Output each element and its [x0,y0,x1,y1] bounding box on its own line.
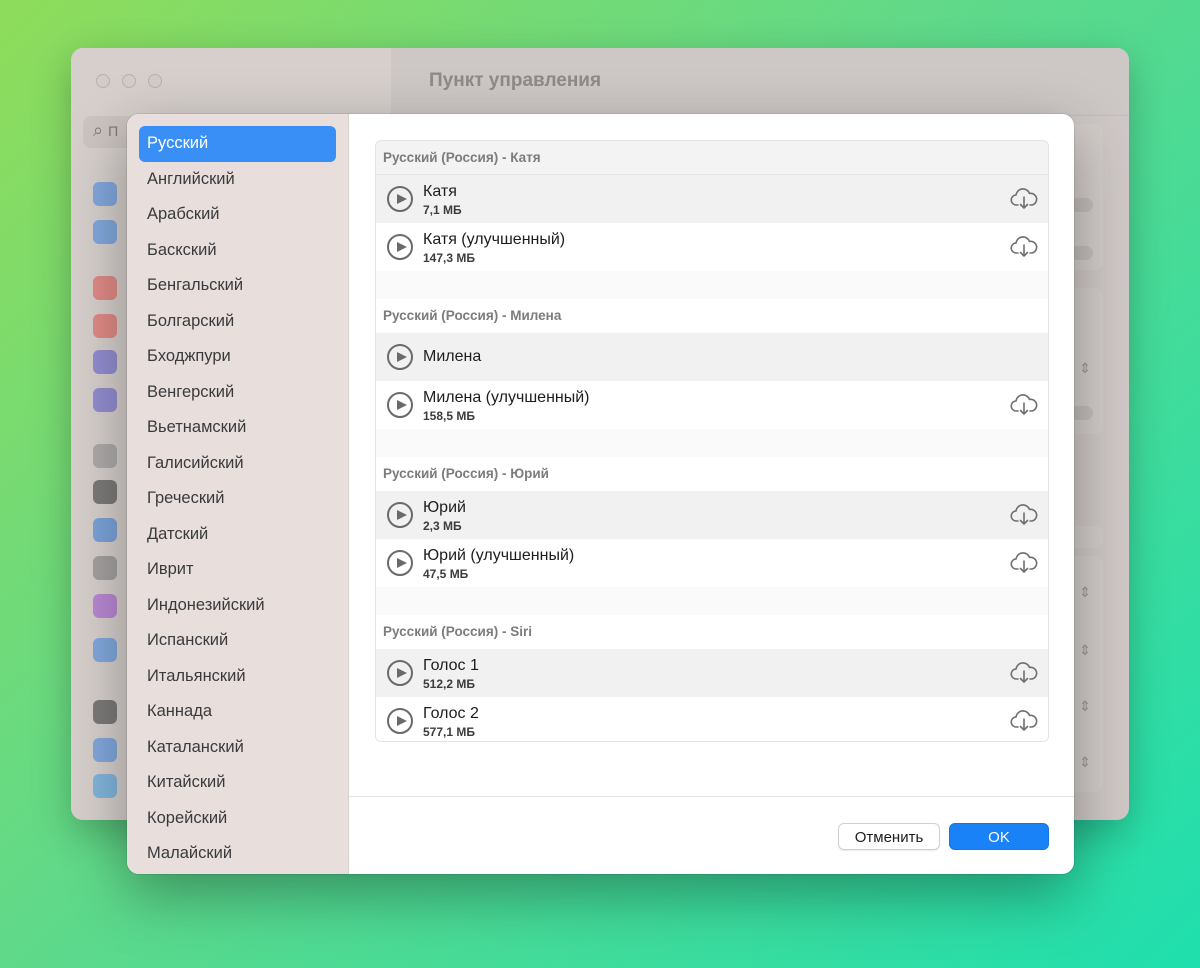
voice-size: 577,1 МБ [423,725,475,739]
voice-name: Милена (улучшенный) [423,389,590,406]
language-item[interactable]: Малайский [139,836,336,872]
language-item[interactable]: Болгарский [139,304,336,340]
language-item[interactable]: Бходжпури [139,339,336,375]
background-toggle[interactable] [1071,406,1093,420]
language-item[interactable]: Датский [139,517,336,553]
voice-download-sheet: Русский Английский Арабский Баскский Бенгаль… [127,114,1074,874]
language-item[interactable]: Венгерский [139,375,336,411]
ok-button[interactable]: OK [949,823,1049,850]
language-item[interactable]: Галисийский [139,446,336,482]
icloud-download-icon[interactable] [1010,661,1038,685]
control-center-icon[interactable] [93,556,117,580]
language-item[interactable]: Китайский [139,765,336,801]
close-window-button[interactable] [96,74,110,88]
search-icon: ⌕ [93,120,104,140]
voice-name: Голос 1 [423,657,479,674]
voice-name: Милена [423,348,482,365]
cancel-button[interactable]: Отменить [838,823,940,850]
play-circle-icon[interactable] [387,344,413,370]
voice-row[interactable]: Голос 1 512,2 МБ [376,649,1048,697]
play-circle-icon[interactable] [387,392,413,418]
background-window-title: Пункт управления [429,70,602,91]
voice-list-area: Русский (Россия) - Катя Катя 7,1 МБ Катя (у… [349,114,1074,797]
voice-name: Голос 2 [423,705,479,722]
voice-size: 158,5 МБ [423,409,475,423]
background-toggle[interactable] [1071,198,1093,212]
minimize-window-button[interactable] [122,74,136,88]
voice-name: Юрий [423,499,466,516]
icloud-download-icon[interactable] [1010,551,1038,575]
voice-row[interactable]: Юрий 2,3 МБ [376,491,1048,539]
voice-size: 47,5 МБ [423,567,469,581]
desktop-dock-icon[interactable] [93,700,117,724]
chevron-updown-icon[interactable]: ⇕ [1079,754,1091,771]
voice-row[interactable]: Катя (улучшенный) 147,3 МБ [376,223,1048,271]
language-item[interactable]: Русский [139,126,336,162]
language-item[interactable]: Английский [139,162,336,198]
voice-size: 2,3 МБ [423,519,462,533]
appearance-icon[interactable] [93,480,117,504]
voice-row[interactable]: Милена [376,333,1048,381]
language-item[interactable]: Индонезийский [139,588,336,624]
chevron-updown-icon[interactable]: ⇕ [1079,584,1091,601]
icloud-download-icon[interactable] [1010,709,1038,733]
voice-group-header: Русский (Россия) - Siri [376,615,1048,649]
voice-group-header: Русский (Россия) - Катя [376,141,1048,175]
voice-group-header: Русский (Россия) - Милена [376,299,1048,333]
voice-row[interactable]: Милена (улучшенный) 158,5 МБ [376,381,1048,429]
language-item[interactable]: Бенгальский [139,268,336,304]
globe-icon[interactable] [93,182,117,206]
play-circle-icon[interactable] [387,234,413,260]
icloud-download-icon[interactable] [1010,503,1038,527]
icloud-download-icon[interactable] [1010,187,1038,211]
chevron-updown-icon[interactable]: ⇕ [1079,642,1091,659]
play-circle-icon[interactable] [387,550,413,576]
voice-size: 147,3 МБ [423,251,475,265]
screen-time-hourglass-icon[interactable] [93,388,117,412]
focus-moon-icon[interactable] [93,350,117,374]
play-circle-icon[interactable] [387,186,413,212]
chevron-updown-icon[interactable]: ⇕ [1079,360,1091,377]
notifications-bell-icon[interactable] [93,276,117,300]
play-circle-icon[interactable] [387,502,413,528]
privacy-hand-icon[interactable] [93,638,117,662]
voice-size: 7,1 МБ [423,203,462,217]
voice-row[interactable]: Катя 7,1 МБ [376,175,1048,223]
wallpaper-flower-icon[interactable] [93,774,117,798]
language-item[interactable]: Итальянский [139,659,336,695]
language-item[interactable]: Иврит [139,552,336,588]
background-toggle[interactable] [1071,246,1093,260]
play-circle-icon[interactable] [387,660,413,686]
search-placeholder: П [108,123,119,139]
language-item[interactable]: Вьетнамский [139,410,336,446]
voice-group-header: Русский (Россия) - Юрий [376,457,1048,491]
language-item[interactable]: Каталанский [139,730,336,766]
voice-table: Русский (Россия) - Катя Катя 7,1 МБ Катя (у… [375,140,1049,742]
voice-name: Катя [423,183,457,200]
language-list: Русский Английский Арабский Баскский Бенгаль… [127,114,349,874]
chevron-updown-icon[interactable]: ⇕ [1079,698,1091,715]
voice-row[interactable]: Голос 2 577,1 МБ [376,697,1048,741]
icloud-download-icon[interactable] [1010,235,1038,259]
language-item[interactable]: Греческий [139,481,336,517]
general-gear-icon[interactable] [93,444,117,468]
language-item[interactable]: Баскский [139,233,336,269]
siri-icon[interactable] [93,594,117,618]
language-item[interactable]: Корейский [139,801,336,837]
accessibility-icon[interactable] [93,518,117,542]
play-circle-icon[interactable] [387,708,413,734]
voice-name: Юрий (улучшенный) [423,547,575,564]
voice-row[interactable]: Юрий (улучшенный) 47,5 МБ [376,539,1048,587]
voice-name: Катя (улучшенный) [423,231,566,248]
language-item[interactable]: Каннада [139,694,336,730]
network-globe-icon[interactable] [93,220,117,244]
displays-sun-icon[interactable] [93,738,117,762]
icloud-download-icon[interactable] [1010,393,1038,417]
language-item[interactable]: Арабский [139,197,336,233]
zoom-window-button[interactable] [148,74,162,88]
language-item[interactable]: Испанский [139,623,336,659]
voice-size: 512,2 МБ [423,677,475,691]
sound-speaker-icon[interactable] [93,314,117,338]
